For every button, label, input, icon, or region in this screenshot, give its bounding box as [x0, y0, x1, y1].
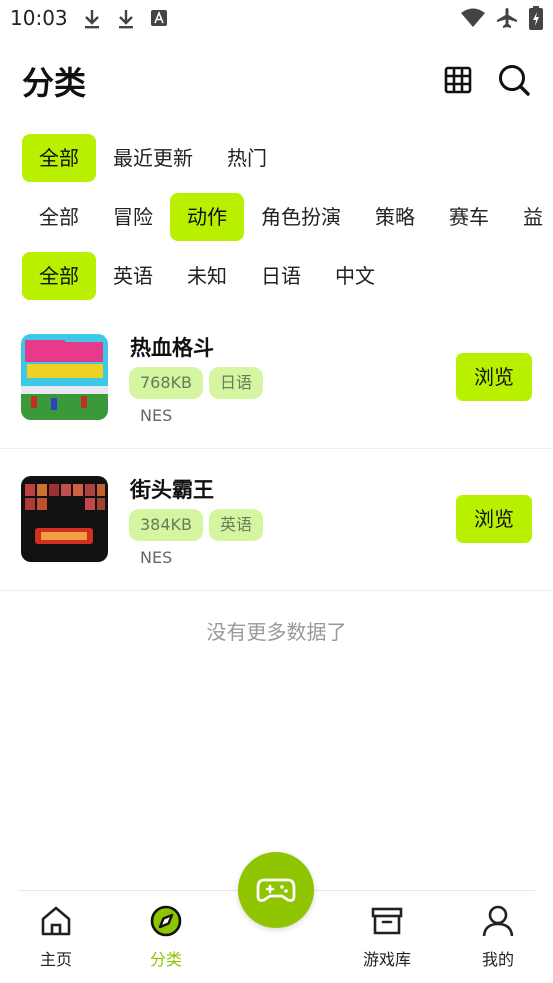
compass-icon — [150, 905, 182, 937]
game-title: 街头霸王 — [130, 478, 214, 502]
filter-chip-recent[interactable]: 最近更新 — [96, 134, 210, 182]
filter-chip-lang-all[interactable]: 全部 — [22, 252, 96, 300]
battery-icon — [529, 6, 543, 30]
filter-chip-genre-all[interactable]: 全部 — [22, 193, 96, 241]
filter-chip-action[interactable]: 动作 — [170, 193, 244, 241]
font-icon — [151, 10, 167, 26]
airplane-icon — [497, 8, 517, 28]
game-cover — [21, 476, 108, 562]
filter-chip-english[interactable]: 英语 — [96, 252, 170, 300]
gamepad-icon — [256, 878, 296, 902]
filter-chip-puzzle[interactable]: 益 — [506, 193, 553, 241]
filter-chip-rpg[interactable]: 角色扮演 — [244, 193, 358, 241]
page-title: 分类 — [22, 64, 87, 102]
user-icon — [482, 905, 514, 937]
game-cover — [21, 334, 108, 420]
genre-filter-row: 全部 冒险 动作 角色扮演 策略 赛车 益 — [22, 193, 553, 241]
gamepad-fab-button[interactable] — [238, 852, 314, 928]
game-list-item[interactable]: 街头霸王 384KB 英语 NES 浏览 — [0, 448, 553, 590]
search-icon[interactable] — [497, 63, 531, 97]
tab-library-label: 游戏库 — [362, 950, 411, 969]
grid-view-icon[interactable] — [444, 66, 472, 94]
list-end-text: 没有更多数据了 — [206, 620, 347, 644]
tab-mine-label: 我的 — [481, 950, 514, 969]
filter-chip-racing[interactable]: 赛车 — [432, 193, 506, 241]
filter-chip-japanese[interactable]: 日语 — [244, 252, 318, 300]
status-bar: 10:03 — [0, 0, 553, 38]
home-icon — [41, 906, 71, 936]
download-icon — [119, 10, 133, 29]
language-badge: 日语 — [209, 367, 264, 399]
filter-chip-chinese[interactable]: 中文 — [318, 252, 392, 300]
tab-mine[interactable]: 我的 — [458, 904, 538, 970]
size-badge: 768KB — [129, 367, 204, 399]
archive-box-icon — [371, 907, 403, 935]
tab-category[interactable]: 分类 — [126, 904, 206, 970]
filter-chip-strategy[interactable]: 策略 — [358, 193, 432, 241]
tab-library[interactable]: 游戏库 — [347, 904, 427, 970]
status-icons — [461, 6, 543, 30]
status-time: 10:03 — [10, 6, 68, 30]
size-badge: 384KB — [129, 509, 204, 541]
filter-chip-hot[interactable]: 热门 — [210, 134, 284, 182]
tab-home-label: 主页 — [39, 950, 72, 969]
browse-button[interactable]: 浏览 — [456, 353, 532, 401]
wifi-icon — [461, 8, 485, 27]
download-icon — [85, 10, 99, 29]
browse-button[interactable]: 浏览 — [456, 495, 532, 543]
filter-chip-adventure[interactable]: 冒险 — [96, 193, 170, 241]
divider — [0, 590, 553, 591]
tab-category-label: 分类 — [149, 950, 182, 969]
sort-filter-row: 全部 最近更新 热门 — [22, 134, 284, 182]
game-title: 热血格斗 — [130, 336, 214, 360]
tab-home[interactable]: 主页 — [16, 904, 96, 970]
filter-chip-sort-all[interactable]: 全部 — [22, 134, 96, 182]
language-filter-row: 全部 英语 未知 日语 中文 — [22, 252, 392, 300]
language-badge: 英语 — [209, 509, 264, 541]
game-list-item[interactable]: 热血格斗 768KB 日语 NES 浏览 — [0, 306, 553, 448]
platform-label: NES — [140, 406, 173, 425]
platform-label: NES — [140, 548, 173, 567]
filter-chip-unknown[interactable]: 未知 — [170, 252, 244, 300]
